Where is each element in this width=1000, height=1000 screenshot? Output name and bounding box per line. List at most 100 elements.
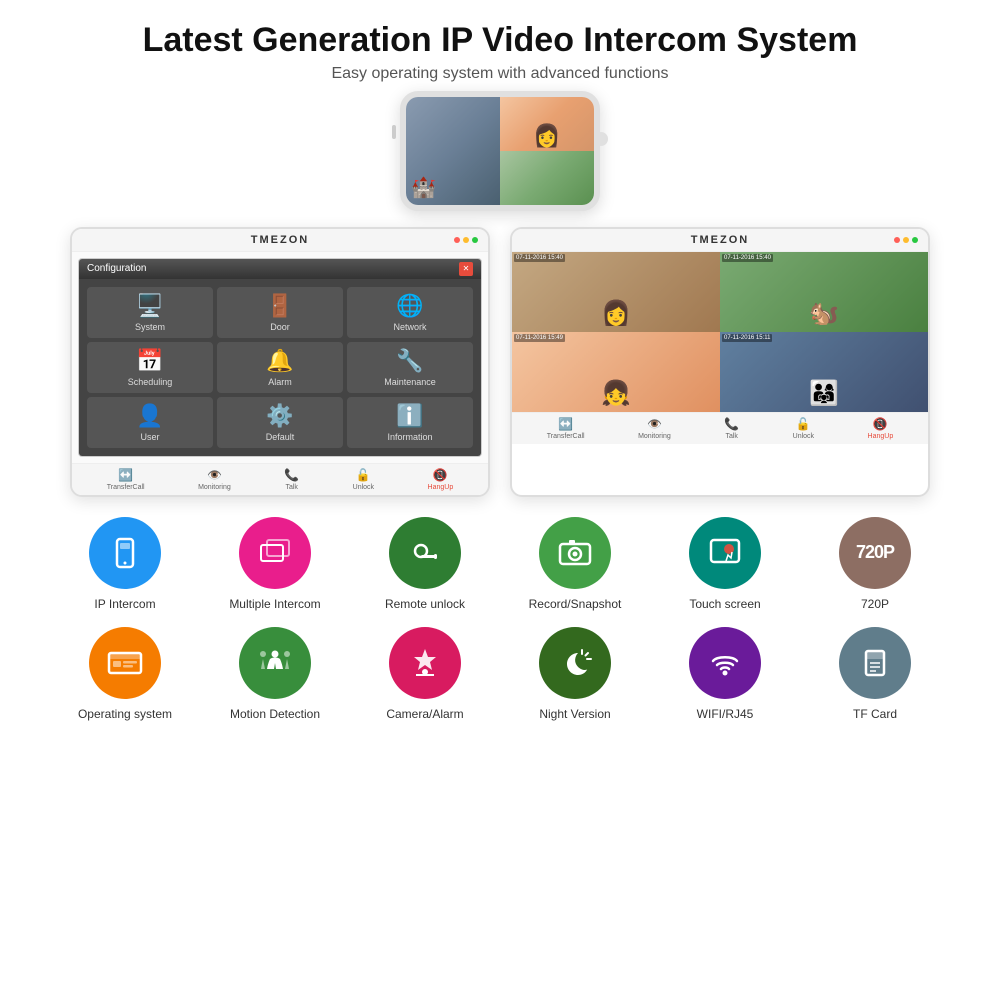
footer-monitor-1[interactable]: 👁️ Monitoring xyxy=(198,468,231,491)
footer-label-unlock-2: Unlock xyxy=(793,433,814,440)
footer-hangup-2[interactable]: 📵 HangUp xyxy=(868,417,894,440)
feature-label-multiple-intercom: Multiple Intercom xyxy=(229,597,320,611)
feature-label-operating-system: Operating system xyxy=(78,707,172,721)
dot-yellow xyxy=(463,237,469,243)
network-icon: 🌐 xyxy=(396,293,423,319)
config-close-button[interactable]: ✕ xyxy=(459,262,473,276)
footer-label-monitoring: Monitoring xyxy=(198,484,231,491)
config-item-user[interactable]: 👤 User xyxy=(87,397,213,448)
footer-talk-2[interactable]: 📞 Talk xyxy=(724,417,739,440)
footer-talk-1[interactable]: 📞 Talk xyxy=(284,468,299,491)
feature-multiple-intercom: Multiple Intercom xyxy=(205,517,345,611)
wifi-rj45-icon-circle xyxy=(689,627,761,699)
phone-cam-building xyxy=(406,97,500,205)
footer-label-unlock: Unlock xyxy=(353,484,374,491)
monitoring-icon-2: 👁️ xyxy=(647,417,662,431)
footer-transfer-2[interactable]: ↔️ TransferCall xyxy=(547,417,585,440)
ip-intercom-icon-circle xyxy=(89,517,161,589)
monitor-footer-1: ↔️ TransferCall 👁️ Monitoring 📞 Talk 🔓 U… xyxy=(72,463,488,495)
tf-card-svg xyxy=(856,645,894,681)
config-item-alarm[interactable]: 🔔 Alarm xyxy=(217,342,343,393)
feature-720p: 720P 720P xyxy=(805,517,945,611)
cam-person-3: 👧 xyxy=(601,379,631,408)
feature-night-version: Night Version xyxy=(505,627,645,721)
footer-hangup-1[interactable]: 📵 HangUp xyxy=(428,468,454,491)
monitoring-icon: 👁️ xyxy=(207,468,222,482)
maintenance-icon: 🔧 xyxy=(396,348,423,374)
config-grid: 🖥️ System 🚪 Door 🌐 Network 📅 xyxy=(79,279,481,456)
touch-screen-icon-circle xyxy=(689,517,761,589)
door-icon: 🚪 xyxy=(266,293,293,319)
hangup-icon-2: 📵 xyxy=(873,417,888,431)
config-item-network[interactable]: 🌐 Network xyxy=(347,287,473,338)
config-label-user: User xyxy=(140,432,159,442)
config-item-maintenance[interactable]: 🔧 Maintenance xyxy=(347,342,473,393)
config-item-default[interactable]: ⚙️ Default xyxy=(217,397,343,448)
camera-alarm-svg xyxy=(406,645,444,681)
wifi-svg xyxy=(705,645,745,681)
badge-720p-text: 720P xyxy=(856,542,894,563)
footer-unlock-2[interactable]: 🔓 Unlock xyxy=(793,417,814,440)
operating-system-icon-circle xyxy=(89,627,161,699)
system-icon: 🖥️ xyxy=(136,293,163,319)
information-icon: ℹ️ xyxy=(396,403,423,429)
config-screen: Configuration ✕ 🖥️ System 🚪 Door xyxy=(72,252,488,463)
config-label-default: Default xyxy=(266,432,295,442)
camera-feed-3: 07-11-2016 15:49 👧 xyxy=(512,332,720,412)
night-version-icon-circle xyxy=(539,627,611,699)
motion-detection-svg xyxy=(254,645,296,681)
feature-camera-alarm: Camera/Alarm xyxy=(355,627,495,721)
multiple-intercom-icon-circle xyxy=(239,517,311,589)
config-title: Configuration xyxy=(87,263,146,274)
footer-label-transfer: TransferCall xyxy=(107,484,145,491)
config-item-door[interactable]: 🚪 Door xyxy=(217,287,343,338)
monitor-bar-2: TMEZON xyxy=(512,229,928,252)
dot-green xyxy=(472,237,478,243)
feature-label-record-snapshot: Record/Snapshot xyxy=(529,597,622,611)
config-item-information[interactable]: ℹ️ Information xyxy=(347,397,473,448)
touch-screen-svg xyxy=(706,535,744,571)
page-title: Latest Generation IP Video Intercom Syst… xyxy=(143,20,858,61)
talk-icon: 📞 xyxy=(284,468,299,482)
config-label-information: Information xyxy=(387,432,432,442)
camera-feed-2: 07-11-2016 15:40 🐿️ xyxy=(720,252,928,332)
config-title-bar: Configuration ✕ xyxy=(79,259,481,279)
cam-person-1: 👩 xyxy=(601,299,631,328)
footer-monitor-2[interactable]: 👁️ Monitoring xyxy=(638,417,671,440)
transfer-icon: ↔️ xyxy=(118,468,133,482)
feature-label-720p: 720P xyxy=(861,597,889,611)
footer-unlock-1[interactable]: 🔓 Unlock xyxy=(353,468,374,491)
camera-alarm-icon-circle xyxy=(389,627,461,699)
feature-label-remote-unlock: Remote unlock xyxy=(385,597,465,611)
config-item-scheduling[interactable]: 📅 Scheduling xyxy=(87,342,213,393)
dot-red-2 xyxy=(894,237,900,243)
transfer-icon-2: ↔️ xyxy=(558,417,573,431)
monitor-cameras: TMEZON 07-11-2016 15:40 👩 07-11-2016 15:… xyxy=(510,227,930,497)
phone-screen xyxy=(406,97,594,205)
feature-tf-card: TF Card xyxy=(805,627,945,721)
feature-label-ip-intercom: IP Intercom xyxy=(94,597,155,611)
features-section: IP Intercom Multiple Intercom xyxy=(30,517,970,737)
badge-720p-circle: 720P xyxy=(839,517,911,589)
camera-feed-1: 07-11-2016 15:40 👩 xyxy=(512,252,720,332)
config-label-maintenance: Maintenance xyxy=(384,377,436,387)
feature-label-touch-screen: Touch screen xyxy=(689,597,760,611)
footer-transfer-1[interactable]: ↔️ TransferCall xyxy=(107,468,145,491)
phone-mockup xyxy=(400,91,600,211)
night-version-svg xyxy=(556,645,594,681)
operating-system-svg xyxy=(105,645,145,681)
monitor-footer-2: ↔️ TransferCall 👁️ Monitoring 📞 Talk 🔓 U… xyxy=(512,412,928,444)
config-item-system[interactable]: 🖥️ System xyxy=(87,287,213,338)
feature-label-tf-card: TF Card xyxy=(853,707,897,721)
feature-remote-unlock: Remote unlock xyxy=(355,517,495,611)
monitors-row: TMEZON Configuration ✕ xyxy=(70,227,930,497)
remote-unlock-svg xyxy=(405,535,445,571)
default-icon: ⚙️ xyxy=(266,403,293,429)
features-row-2: Operating system Motion Detection xyxy=(30,627,970,721)
talk-icon-2: 📞 xyxy=(724,417,739,431)
features-row-1: IP Intercom Multiple Intercom xyxy=(30,517,970,611)
phone-cam-person xyxy=(500,97,594,151)
feature-label-camera-alarm: Camera/Alarm xyxy=(386,707,463,721)
record-snapshot-icon-circle xyxy=(539,517,611,589)
unlock-icon-2: 🔓 xyxy=(796,417,811,431)
